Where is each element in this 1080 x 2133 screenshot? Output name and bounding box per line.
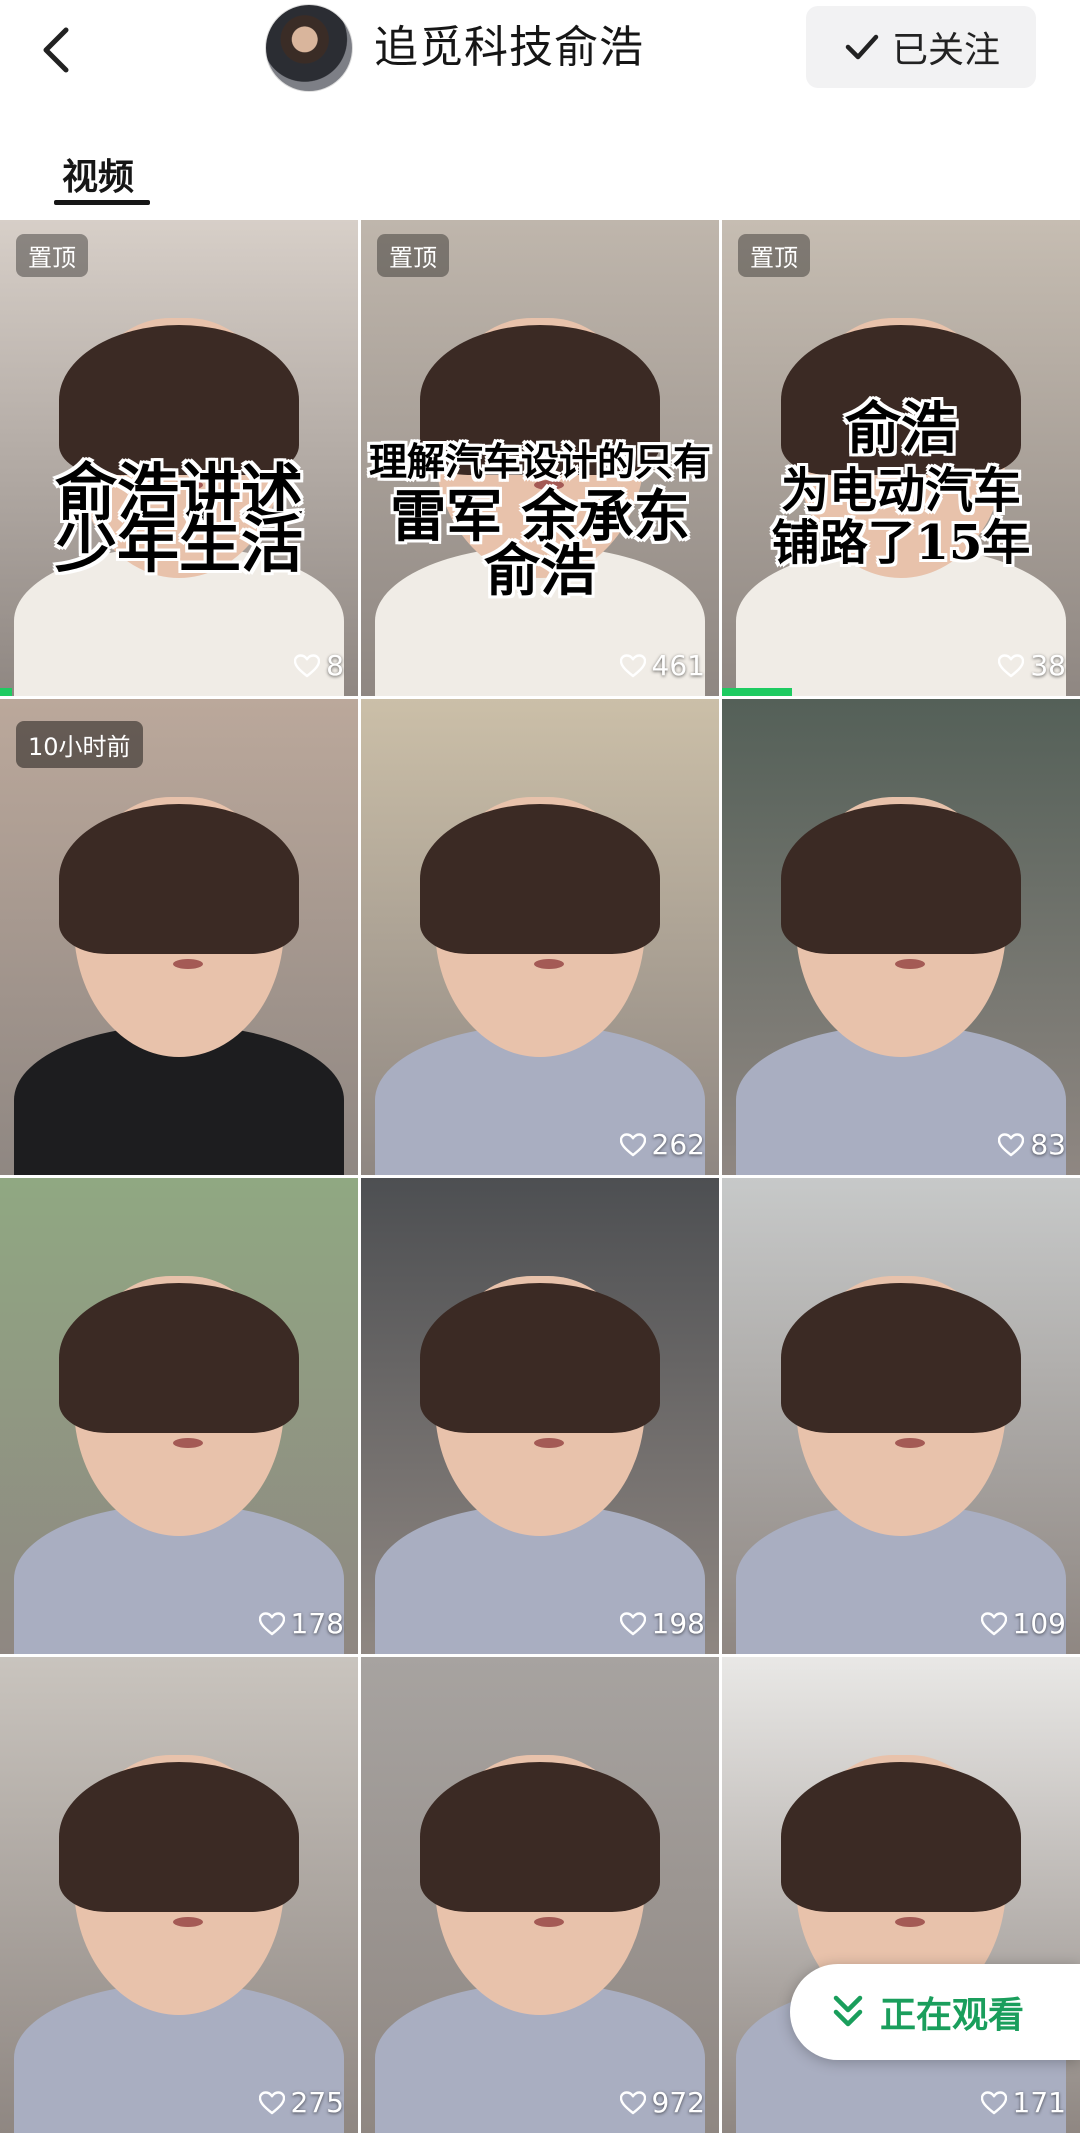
hair bbox=[781, 1761, 1021, 1912]
tab-videos[interactable]: 视频 bbox=[62, 148, 134, 200]
heart-icon bbox=[619, 1132, 646, 1156]
mouth bbox=[894, 1437, 925, 1448]
hair bbox=[420, 1282, 660, 1433]
pinned-badge: 置顶 bbox=[16, 234, 88, 277]
like-count-label: 275 bbox=[290, 2086, 344, 2119]
hair bbox=[59, 1761, 299, 1912]
username: 追觅科技俞浩 bbox=[374, 22, 644, 73]
like-count-label: 109 bbox=[1012, 1607, 1066, 1640]
video-tile[interactable]: 109 bbox=[722, 1178, 1080, 1654]
heart-icon bbox=[619, 2090, 646, 2114]
hair bbox=[781, 803, 1021, 954]
pinned-badge: 置顶 bbox=[738, 234, 810, 277]
like-count-label: 178 bbox=[290, 1607, 344, 1640]
check-icon bbox=[845, 34, 879, 60]
mouth bbox=[533, 1916, 564, 1927]
video-tile[interactable]: 置顶 俞浩讲述 少年生活 8 bbox=[0, 220, 358, 696]
like-count-label: 38 bbox=[1030, 649, 1066, 682]
tab-active-indicator bbox=[54, 200, 150, 205]
video-tile[interactable]: 171 bbox=[722, 1657, 1080, 2133]
hair bbox=[59, 324, 299, 475]
like-count: 171 bbox=[980, 2086, 1066, 2119]
like-count: 275 bbox=[258, 2086, 344, 2119]
like-count: 178 bbox=[258, 1607, 344, 1640]
follow-label: 已关注 bbox=[891, 30, 1000, 71]
double-chevron-down-icon bbox=[833, 1995, 863, 2027]
overlay-caption: 理解汽车设计的只有 bbox=[368, 439, 711, 484]
heart-icon bbox=[258, 1611, 285, 1635]
hair bbox=[59, 1282, 299, 1433]
mouth bbox=[172, 958, 203, 969]
like-count: 972 bbox=[619, 2086, 705, 2119]
overlay-caption: 俞浩 bbox=[484, 538, 596, 604]
mouth bbox=[894, 958, 925, 969]
like-count-label: 461 bbox=[651, 649, 705, 682]
like-count: 38 bbox=[998, 649, 1066, 682]
heart-icon bbox=[619, 1611, 646, 1635]
time-badge: 10小时前 bbox=[16, 721, 143, 768]
profile-header: 追觅科技俞浩 已关注 bbox=[0, 0, 1080, 100]
like-count-label: 198 bbox=[651, 1607, 705, 1640]
heart-icon bbox=[258, 2090, 285, 2114]
video-tile[interactable]: 83 bbox=[722, 699, 1080, 1175]
heart-icon bbox=[619, 653, 646, 677]
video-tile[interactable]: 178 bbox=[0, 1178, 358, 1654]
video-tile[interactable]: 10小时前 bbox=[0, 699, 358, 1175]
hair bbox=[420, 803, 660, 954]
hair bbox=[59, 803, 299, 954]
now-watching-button[interactable]: 正在观看 bbox=[790, 1964, 1080, 2060]
back-button[interactable] bbox=[30, 20, 90, 80]
pinned-badge: 置顶 bbox=[377, 234, 449, 277]
video-tile[interactable]: 275 bbox=[0, 1657, 358, 2133]
mouth bbox=[172, 1916, 203, 1927]
overlay-caption: 铺路了15年 bbox=[771, 515, 1031, 571]
heart-icon bbox=[998, 1132, 1025, 1156]
like-count: 109 bbox=[980, 1607, 1066, 1640]
video-tile[interactable]: 置顶俞浩 为电动汽车 铺路了15年 38 bbox=[722, 220, 1080, 696]
mouth bbox=[894, 1916, 925, 1927]
like-count: 8 bbox=[294, 649, 344, 682]
video-tile[interactable]: 972 bbox=[361, 1657, 719, 2133]
chevron-left-icon bbox=[43, 27, 69, 73]
like-count: 262 bbox=[619, 1128, 705, 1161]
like-count: 198 bbox=[619, 1607, 705, 1640]
like-count-label: 262 bbox=[651, 1128, 705, 1161]
follow-button[interactable]: 已关注 bbox=[806, 6, 1036, 88]
heart-icon bbox=[980, 1611, 1007, 1635]
heart-icon bbox=[998, 653, 1025, 677]
heart-icon bbox=[294, 653, 321, 677]
video-grid: 置顶 俞浩讲述 少年生活 8 置顶 理解汽车设计的只有 雷军 余承东 俞浩 461 置顶 俞浩 为电动… bbox=[0, 220, 1080, 2133]
like-count: 83 bbox=[998, 1128, 1066, 1161]
video-tile[interactable]: 262 bbox=[361, 699, 719, 1175]
like-count-label: 171 bbox=[1012, 2086, 1066, 2119]
overlay-caption: 俞浩 bbox=[845, 396, 957, 462]
mouth bbox=[533, 1437, 564, 1448]
video-tile[interactable]: 198 bbox=[361, 1178, 719, 1654]
video-tile[interactable]: 置顶 理解汽车设计的只有 雷军 余承东 俞浩 461 bbox=[361, 220, 719, 696]
mouth bbox=[533, 958, 564, 969]
hair bbox=[420, 1761, 660, 1912]
like-count-label: 83 bbox=[1030, 1128, 1066, 1161]
like-count-label: 972 bbox=[651, 2086, 705, 2119]
like-count-label: 8 bbox=[326, 649, 344, 682]
now-watching-label: 正在观看 bbox=[880, 1995, 1025, 2036]
overlay-caption: 少年生活 bbox=[54, 508, 303, 581]
heart-icon bbox=[980, 2090, 1007, 2114]
hair bbox=[781, 1282, 1021, 1433]
mouth bbox=[172, 1437, 203, 1448]
avatar[interactable] bbox=[265, 4, 353, 92]
like-count: 461 bbox=[619, 649, 705, 682]
watch-progress-bar bbox=[0, 688, 12, 696]
watch-progress-bar bbox=[722, 688, 792, 696]
overlay-caption: 为电动汽车 bbox=[780, 463, 1021, 519]
